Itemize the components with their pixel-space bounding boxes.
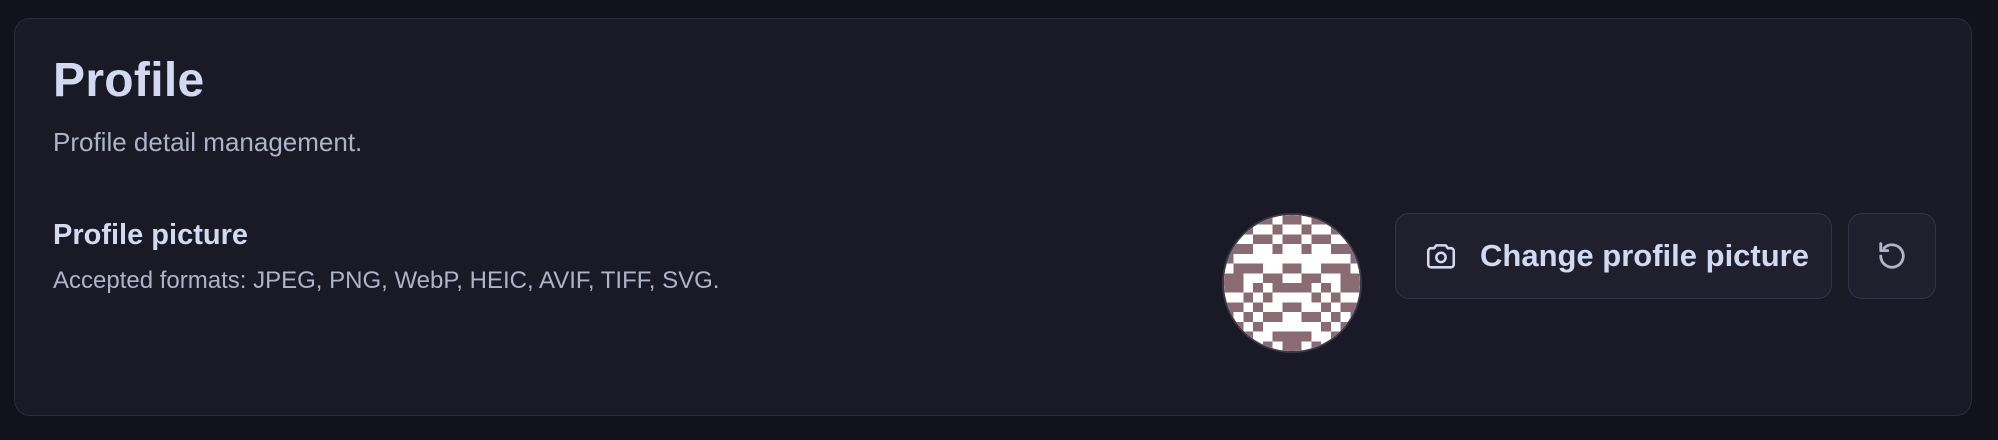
reset-icon <box>1874 238 1910 274</box>
accepted-formats-hint: Accepted formats: JPEG, PNG, WebP, HEIC,… <box>53 267 720 294</box>
identicon-avatar-image <box>1224 215 1360 351</box>
avatar <box>1222 213 1362 353</box>
camera-icon <box>1424 239 1458 273</box>
page-subtitle: Profile detail management. <box>53 127 363 157</box>
change-profile-picture-button[interactable]: Change profile picture <box>1395 213 1832 299</box>
profile-card: Profile Profile detail management. Profi… <box>14 18 1972 416</box>
page-title: Profile <box>53 54 205 107</box>
change-profile-picture-label: Change profile picture <box>1480 238 1809 273</box>
reset-picture-button[interactable] <box>1848 213 1936 299</box>
profile-picture-label: Profile picture <box>53 219 248 251</box>
